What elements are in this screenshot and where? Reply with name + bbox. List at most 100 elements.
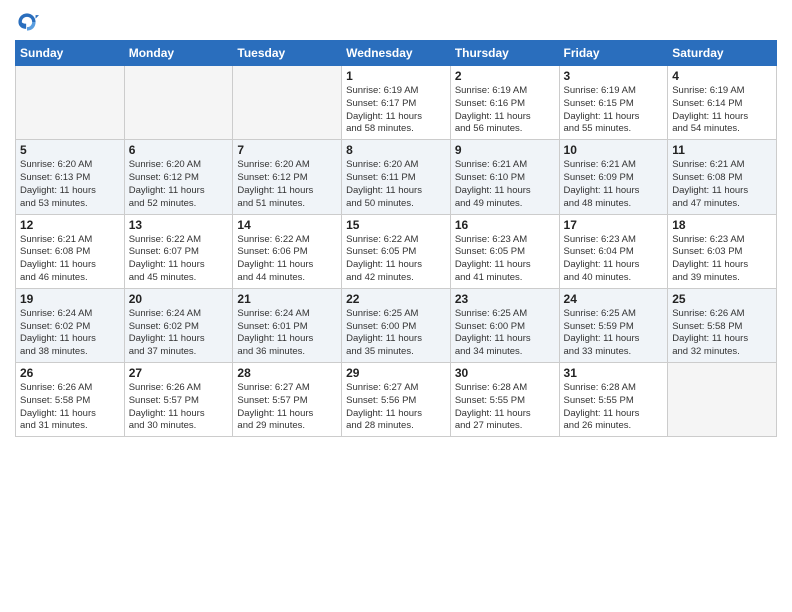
- day-number: 3: [564, 69, 664, 83]
- day-number: 11: [672, 143, 772, 157]
- table-cell: [16, 66, 125, 140]
- day-number: 9: [455, 143, 555, 157]
- header-monday: Monday: [124, 41, 233, 66]
- day-number: 1: [346, 69, 446, 83]
- day-number: 26: [20, 366, 120, 380]
- table-cell: 30 Sunrise: 6:28 AMSunset: 5:55 PMDayligh…: [450, 363, 559, 437]
- day-number: 6: [129, 143, 229, 157]
- day-number: 18: [672, 218, 772, 232]
- day-number: 19: [20, 292, 120, 306]
- day-number: 14: [237, 218, 337, 232]
- day-number: 20: [129, 292, 229, 306]
- day-info: Sunrise: 6:25 AMSunset: 6:00 PMDaylight:…: [455, 308, 555, 359]
- day-number: 7: [237, 143, 337, 157]
- table-cell: 12 Sunrise: 6:21 AMSunset: 6:08 PMDayligh…: [16, 214, 125, 288]
- day-number: 16: [455, 218, 555, 232]
- calendar-table: Sunday Monday Tuesday Wednesday Thursday…: [15, 40, 777, 437]
- day-info: Sunrise: 6:26 AMSunset: 5:58 PMDaylight:…: [672, 308, 772, 359]
- day-info: Sunrise: 6:26 AMSunset: 5:57 PMDaylight:…: [129, 382, 229, 433]
- header-thursday: Thursday: [450, 41, 559, 66]
- day-info: Sunrise: 6:24 AMSunset: 6:02 PMDaylight:…: [129, 308, 229, 359]
- day-info: Sunrise: 6:20 AMSunset: 6:12 PMDaylight:…: [237, 159, 337, 210]
- day-info: Sunrise: 6:19 AMSunset: 6:15 PMDaylight:…: [564, 85, 664, 136]
- day-number: 23: [455, 292, 555, 306]
- day-number: 30: [455, 366, 555, 380]
- day-number: 31: [564, 366, 664, 380]
- table-cell: 11 Sunrise: 6:21 AMSunset: 6:08 PMDayligh…: [668, 140, 777, 214]
- day-number: 22: [346, 292, 446, 306]
- day-info: Sunrise: 6:28 AMSunset: 5:55 PMDaylight:…: [455, 382, 555, 433]
- day-number: 8: [346, 143, 446, 157]
- day-number: 27: [129, 366, 229, 380]
- table-cell: 2Sunrise: 6:19 AMSunset: 6:16 PMDaylight…: [450, 66, 559, 140]
- table-cell: 16 Sunrise: 6:23 AMSunset: 6:05 PMDayligh…: [450, 214, 559, 288]
- table-cell: [124, 66, 233, 140]
- table-cell: 13 Sunrise: 6:22 AMSunset: 6:07 PMDayligh…: [124, 214, 233, 288]
- day-number: 10: [564, 143, 664, 157]
- week-row-3: 19 Sunrise: 6:24 AMSunset: 6:02 PMDayligh…: [16, 288, 777, 362]
- week-row-2: 12 Sunrise: 6:21 AMSunset: 6:08 PMDayligh…: [16, 214, 777, 288]
- day-info: Sunrise: 6:22 AMSunset: 6:07 PMDaylight:…: [129, 234, 229, 285]
- table-cell: 18 Sunrise: 6:23 AMSunset: 6:03 PMDayligh…: [668, 214, 777, 288]
- day-info: Sunrise: 6:22 AMSunset: 6:06 PMDaylight:…: [237, 234, 337, 285]
- table-cell: 22 Sunrise: 6:25 AMSunset: 6:00 PMDayligh…: [342, 288, 451, 362]
- day-info: Sunrise: 6:21 AMSunset: 6:08 PMDaylight:…: [672, 159, 772, 210]
- day-info: Sunrise: 6:25 AMSunset: 5:59 PMDaylight:…: [564, 308, 664, 359]
- table-cell: 3 Sunrise: 6:19 AMSunset: 6:15 PMDaylight…: [559, 66, 668, 140]
- weekday-header-row: Sunday Monday Tuesday Wednesday Thursday…: [16, 41, 777, 66]
- day-number: 21: [237, 292, 337, 306]
- table-cell: 10 Sunrise: 6:21 AMSunset: 6:09 PMDayligh…: [559, 140, 668, 214]
- table-cell: 21 Sunrise: 6:24 AMSunset: 6:01 PMDayligh…: [233, 288, 342, 362]
- table-cell: 28 Sunrise: 6:27 AMSunset: 5:57 PMDayligh…: [233, 363, 342, 437]
- day-number: 15: [346, 218, 446, 232]
- page: Sunday Monday Tuesday Wednesday Thursday…: [0, 0, 792, 612]
- table-cell: 17 Sunrise: 6:23 AMSunset: 6:04 PMDayligh…: [559, 214, 668, 288]
- day-info: Sunrise: 6:22 AMSunset: 6:05 PMDaylight:…: [346, 234, 446, 285]
- table-cell: 25Sunrise: 6:26 AMSunset: 5:58 PMDayligh…: [668, 288, 777, 362]
- day-info: Sunrise: 6:23 AMSunset: 6:04 PMDaylight:…: [564, 234, 664, 285]
- header: [15, 10, 777, 34]
- table-cell: [668, 363, 777, 437]
- week-row-0: 1 Sunrise: 6:19 AMSunset: 6:17 PMDaylight…: [16, 66, 777, 140]
- table-cell: 15 Sunrise: 6:22 AMSunset: 6:05 PMDayligh…: [342, 214, 451, 288]
- day-number: 13: [129, 218, 229, 232]
- day-info: Sunrise: 6:19 AMSunset: 6:14 PMDaylight:…: [672, 85, 772, 136]
- day-number: 28: [237, 366, 337, 380]
- day-info: Sunrise: 6:24 AMSunset: 6:01 PMDaylight:…: [237, 308, 337, 359]
- table-cell: 6 Sunrise: 6:20 AMSunset: 6:12 PMDaylight…: [124, 140, 233, 214]
- day-number: 24: [564, 292, 664, 306]
- day-info: Sunrise: 6:19 AMSunset: 6:17 PMDaylight:…: [346, 85, 446, 136]
- logo-icon: [15, 10, 39, 34]
- day-info: Sunrise: 6:20 AMSunset: 6:13 PMDaylight:…: [20, 159, 120, 210]
- table-cell: 4Sunrise: 6:19 AMSunset: 6:14 PMDaylight…: [668, 66, 777, 140]
- day-info: Sunrise: 6:21 AMSunset: 6:08 PMDaylight:…: [20, 234, 120, 285]
- header-saturday: Saturday: [668, 41, 777, 66]
- logo: [15, 10, 43, 34]
- day-number: 17: [564, 218, 664, 232]
- day-number: 2: [455, 69, 555, 83]
- table-cell: 23 Sunrise: 6:25 AMSunset: 6:00 PMDayligh…: [450, 288, 559, 362]
- day-info: Sunrise: 6:27 AMSunset: 5:57 PMDaylight:…: [237, 382, 337, 433]
- table-cell: 5 Sunrise: 6:20 AMSunset: 6:13 PMDaylight…: [16, 140, 125, 214]
- day-info: Sunrise: 6:21 AMSunset: 6:09 PMDaylight:…: [564, 159, 664, 210]
- day-number: 29: [346, 366, 446, 380]
- day-info: Sunrise: 6:25 AMSunset: 6:00 PMDaylight:…: [346, 308, 446, 359]
- day-info: Sunrise: 6:21 AMSunset: 6:10 PMDaylight:…: [455, 159, 555, 210]
- table-cell: 27 Sunrise: 6:26 AMSunset: 5:57 PMDayligh…: [124, 363, 233, 437]
- day-info: Sunrise: 6:23 AMSunset: 6:05 PMDaylight:…: [455, 234, 555, 285]
- day-info: Sunrise: 6:20 AMSunset: 6:11 PMDaylight:…: [346, 159, 446, 210]
- week-row-1: 5 Sunrise: 6:20 AMSunset: 6:13 PMDaylight…: [16, 140, 777, 214]
- day-info: Sunrise: 6:23 AMSunset: 6:03 PMDaylight:…: [672, 234, 772, 285]
- day-number: 12: [20, 218, 120, 232]
- table-cell: 29Sunrise: 6:27 AMSunset: 5:56 PMDayligh…: [342, 363, 451, 437]
- day-info: Sunrise: 6:28 AMSunset: 5:55 PMDaylight:…: [564, 382, 664, 433]
- day-info: Sunrise: 6:20 AMSunset: 6:12 PMDaylight:…: [129, 159, 229, 210]
- table-cell: 9 Sunrise: 6:21 AMSunset: 6:10 PMDaylight…: [450, 140, 559, 214]
- table-cell: 19Sunrise: 6:24 AMSunset: 6:02 PMDayligh…: [16, 288, 125, 362]
- header-wednesday: Wednesday: [342, 41, 451, 66]
- table-cell: 20 Sunrise: 6:24 AMSunset: 6:02 PMDayligh…: [124, 288, 233, 362]
- day-number: 5: [20, 143, 120, 157]
- header-friday: Friday: [559, 41, 668, 66]
- table-cell: 14 Sunrise: 6:22 AMSunset: 6:06 PMDayligh…: [233, 214, 342, 288]
- table-cell: 7 Sunrise: 6:20 AMSunset: 6:12 PMDaylight…: [233, 140, 342, 214]
